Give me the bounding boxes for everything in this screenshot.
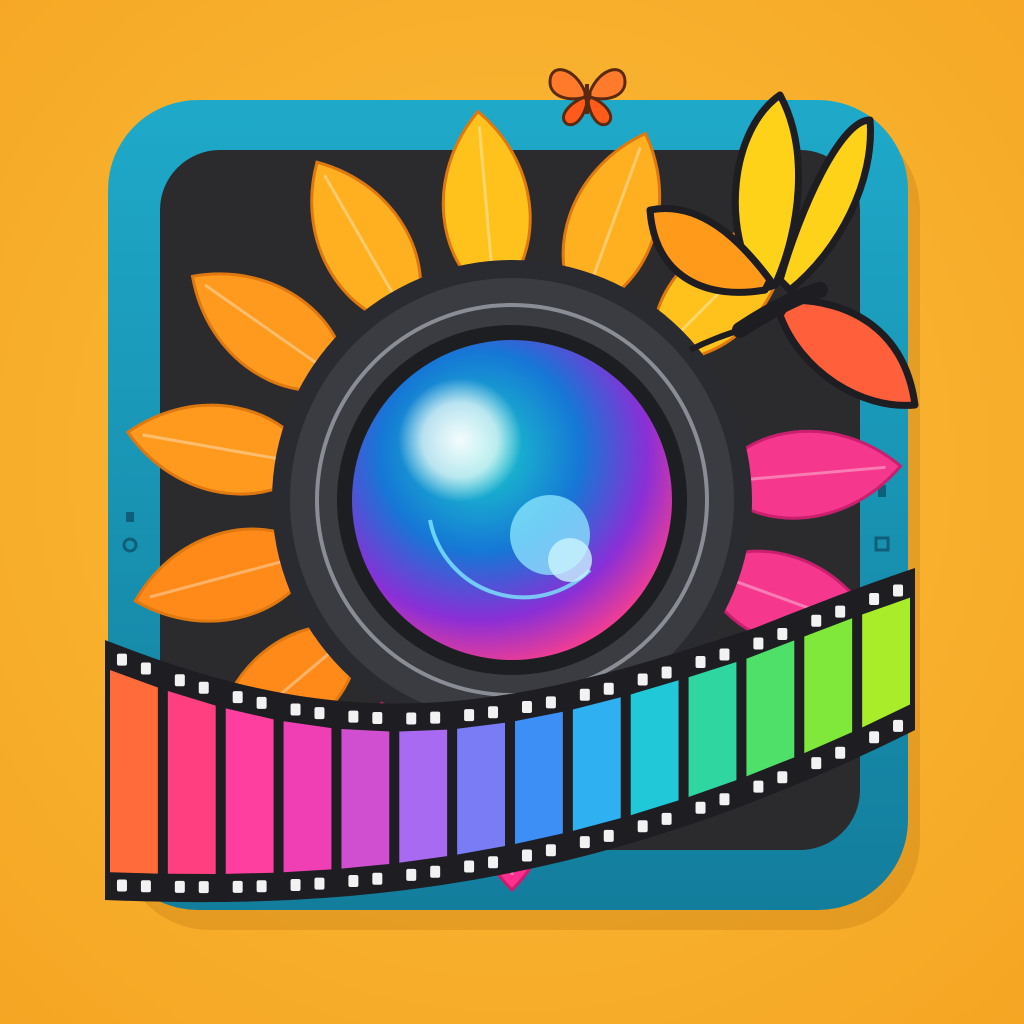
- film-sprocket-hole: [372, 712, 383, 725]
- film-frame: [804, 618, 853, 754]
- film-sprocket-hole: [719, 793, 730, 806]
- film-frame: [515, 711, 563, 844]
- film-sprocket-hole: [314, 877, 325, 890]
- film-sprocket-hole: [290, 703, 301, 716]
- film-sprocket-hole: [406, 712, 417, 725]
- film-sprocket-hole: [777, 771, 788, 784]
- film-sprocket-hole: [314, 707, 325, 720]
- film-sprocket-hole: [719, 648, 730, 661]
- film-sprocket-hole: [116, 879, 127, 892]
- small-butterfly-wing-right: [588, 68, 627, 101]
- film-sprocket-hole: [835, 746, 846, 759]
- lens-highlight-small: [548, 538, 592, 582]
- film-sprocket-hole: [835, 605, 846, 618]
- film-frame: [399, 729, 448, 863]
- film-frame: [110, 669, 158, 874]
- film-sprocket-hole: [116, 653, 127, 666]
- film-frame: [572, 697, 621, 831]
- film-sprocket-hole: [545, 844, 556, 857]
- film-sprocket-hole: [869, 731, 880, 744]
- film-frame: [167, 690, 216, 875]
- small-butterfly-wing-left: [548, 68, 587, 101]
- film-sprocket-hole: [811, 614, 822, 627]
- film-sprocket-hole: [488, 706, 499, 719]
- film-sprocket-hole: [521, 700, 532, 713]
- film-frame: [457, 722, 505, 855]
- film-sprocket-hole: [811, 757, 822, 770]
- film-sprocket-hole: [637, 673, 648, 686]
- film-sprocket-hole: [406, 868, 417, 881]
- film-frame: [630, 680, 679, 816]
- film-sprocket-hole: [140, 662, 151, 675]
- side-tick-left: [126, 512, 134, 522]
- film-sprocket-hole: [661, 666, 672, 679]
- film-sprocket-hole: [290, 878, 301, 891]
- film-sprocket-hole: [140, 880, 151, 893]
- film-sprocket-hole: [348, 875, 359, 888]
- film-frame: [746, 640, 795, 777]
- film-sprocket-hole: [893, 584, 904, 597]
- film-sprocket-hole: [372, 872, 383, 885]
- film-sprocket-hole: [232, 691, 243, 704]
- film-sprocket-hole: [348, 710, 359, 723]
- film-frame: [688, 662, 737, 798]
- film-frame: [283, 721, 332, 873]
- film-sprocket-hole: [753, 637, 764, 650]
- film-sprocket-hole: [256, 880, 267, 893]
- film-sprocket-hole: [464, 709, 475, 722]
- film-sprocket-hole: [637, 820, 648, 833]
- film-sprocket-hole: [488, 856, 499, 869]
- film-frame: [341, 729, 390, 869]
- film-frame: [225, 708, 274, 874]
- film-sprocket-hole: [430, 865, 441, 878]
- film-sprocket-hole: [753, 780, 764, 793]
- lens-glass: [352, 340, 672, 660]
- film-sprocket-hole: [521, 849, 532, 862]
- film-sprocket-hole: [695, 656, 706, 669]
- film-sprocket-hole: [695, 801, 706, 814]
- lens-highlight-large: [398, 378, 522, 502]
- film-sprocket-hole: [174, 880, 185, 893]
- film-sprocket-hole: [174, 674, 185, 687]
- film-sprocket-hole: [464, 860, 475, 873]
- film-sprocket-hole: [256, 696, 267, 709]
- film-sprocket-hole: [545, 696, 556, 709]
- film-sprocket-hole: [661, 812, 672, 825]
- film-sprocket-hole: [198, 881, 209, 894]
- film-sprocket-hole: [603, 682, 614, 695]
- film-sprocket-hole: [232, 880, 243, 893]
- film-sprocket-hole: [579, 688, 590, 701]
- film-sprocket-hole: [777, 628, 788, 641]
- film-sprocket-hole: [869, 593, 880, 606]
- film-sprocket-hole: [198, 681, 209, 694]
- film-sprocket-hole: [893, 719, 904, 732]
- film-sprocket-hole: [603, 829, 614, 842]
- film-sprocket-hole: [430, 711, 441, 724]
- app-icon-illustration: [105, 68, 920, 930]
- film-sprocket-hole: [579, 836, 590, 849]
